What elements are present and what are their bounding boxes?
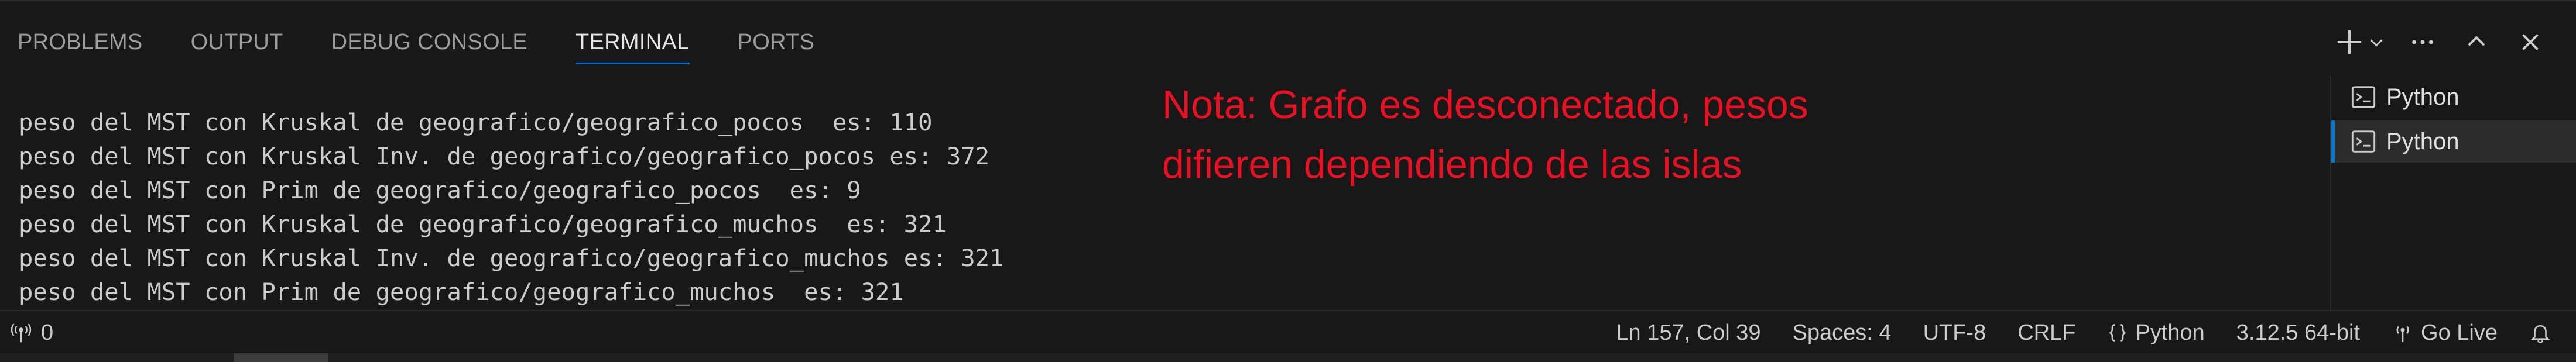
- annotation-line: Nota: Grafo es desconectado, pesos: [1162, 82, 1808, 127]
- scrollbar-thumb[interactable]: [234, 353, 328, 362]
- braces-icon: [2109, 324, 2126, 342]
- encoding-status[interactable]: UTF-8: [1923, 320, 1986, 346]
- tab-ports[interactable]: PORTS: [738, 1, 815, 83]
- new-terminal-button[interactable]: [2336, 22, 2385, 63]
- python-interpreter[interactable]: 3.12.5 64-bit: [2236, 320, 2360, 346]
- terminal-line: peso del MST con Kruskal de geografico/g…: [19, 210, 947, 238]
- more-actions-button[interactable]: [2406, 22, 2439, 63]
- terminal-line: peso del MST con Kruskal Inv. de geograf…: [19, 142, 990, 170]
- terminal-icon: [2350, 84, 2377, 111]
- terminal-line: peso del MST con Prim de geografico/geog…: [19, 176, 861, 204]
- chevron-up-icon: [2468, 36, 2485, 46]
- terminal-line: peso del MST con Kruskal Inv. de geograf…: [19, 244, 1004, 272]
- terminal-list-item[interactable]: Python: [2335, 76, 2576, 118]
- language-label: Python: [2135, 320, 2205, 345]
- ports-count: 0: [41, 320, 54, 345]
- ports-status[interactable]: 0: [0, 320, 53, 346]
- eol-status[interactable]: CRLF: [2017, 320, 2075, 346]
- broadcast-icon: [11, 323, 32, 343]
- ellipsis-icon: [2412, 40, 2433, 44]
- bell-icon: [2530, 325, 2550, 343]
- close-icon: [2522, 34, 2539, 50]
- terminal-icon: [2350, 128, 2377, 155]
- language-mode[interactable]: Python: [2107, 320, 2205, 346]
- tab-problems[interactable]: PROBLEMS: [18, 1, 143, 83]
- go-live-button[interactable]: Go Live: [2392, 320, 2498, 346]
- tab-output[interactable]: OUTPUT: [191, 1, 283, 83]
- broadcast-icon: [2396, 326, 2409, 342]
- chevron-down-icon[interactable]: [2368, 33, 2385, 51]
- notifications-button[interactable]: [2529, 322, 2558, 344]
- panel-tabs: PROBLEMS OUTPUT DEBUG CONSOLE TERMINAL P…: [0, 1, 862, 83]
- status-bar: 0 Ln 157, Col 39 Spaces: 4 UTF-8 CRLF Py…: [0, 310, 2576, 354]
- status-bar-right: Ln 157, Col 39 Spaces: 4 UTF-8 CRLF Pyth…: [1584, 311, 2558, 354]
- go-live-label: Go Live: [2421, 320, 2498, 345]
- terminal-list-item-selected[interactable]: Python: [2331, 120, 2576, 163]
- maximize-panel-button[interactable]: [2460, 22, 2493, 63]
- tab-terminal[interactable]: TERMINAL: [576, 1, 690, 83]
- terminal-list-label: Python: [2386, 84, 2459, 110]
- annotation-note: Nota: Grafo es desconectado, pesos difie…: [1162, 75, 1982, 194]
- panel-header: PROBLEMS OUTPUT DEBUG CONSOLE TERMINAL P…: [0, 0, 2576, 83]
- close-panel-button[interactable]: [2514, 22, 2547, 63]
- horizontal-scrollbar[interactable]: [0, 353, 2576, 362]
- tab-debug-console[interactable]: DEBUG CONSOLE: [331, 1, 527, 83]
- terminal-line: peso del MST con Kruskal de geografico/g…: [19, 108, 933, 136]
- indentation-status[interactable]: Spaces: 4: [1793, 320, 1892, 346]
- panel-actions: [2336, 1, 2547, 83]
- terminal-line: peso del MST con Prim de geografico/geog…: [19, 278, 904, 306]
- terminal-list-label: Python: [2386, 128, 2459, 154]
- plus-icon: [2337, 30, 2362, 54]
- annotation-line: difieren dependiendo de las islas: [1162, 142, 1742, 187]
- cursor-position[interactable]: Ln 157, Col 39: [1616, 320, 1760, 346]
- terminal-list: Python Python: [2330, 76, 2576, 310]
